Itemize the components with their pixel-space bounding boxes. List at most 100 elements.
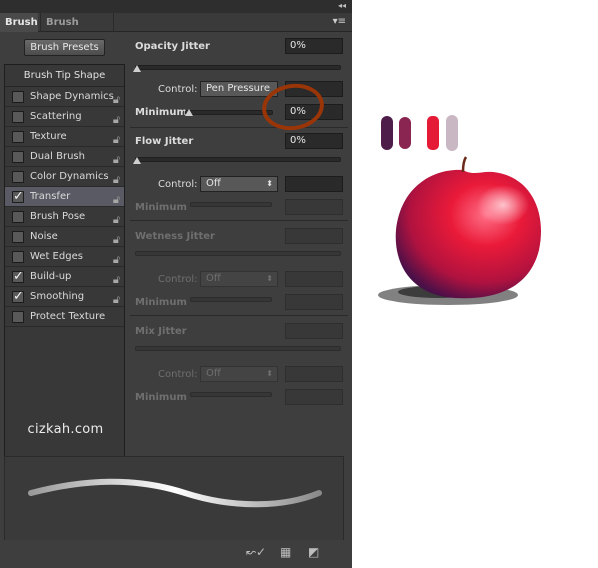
dropdown-value: Pen Pressure — [206, 83, 271, 94]
flow-jitter-label: Flow Jitter — [135, 136, 194, 147]
control-extra-field — [285, 366, 343, 382]
control-dropdown-pen-pressure[interactable]: Pen Pressure — [200, 81, 278, 97]
tip-item-label: Scattering — [30, 111, 82, 122]
tip-item-dual-brush[interactable]: Dual Brush 🔓︎ — [5, 147, 124, 167]
tip-item-wet-edges[interactable]: Wet Edges 🔓︎ — [5, 247, 124, 267]
tab-brush[interactable]: Brush — [0, 13, 38, 32]
apple-highlight — [477, 185, 529, 225]
watermark-text: cizkah.com — [27, 422, 104, 437]
tip-item-label: Protect Texture — [30, 311, 106, 322]
tip-item-label: Transfer — [30, 191, 71, 202]
minimum-value-disabled — [285, 199, 343, 215]
checkbox[interactable] — [12, 111, 24, 123]
control-label: Control: — [158, 179, 198, 190]
brush-tip-list: Brush Tip Shape Shape Dynamics 🔓︎ Scatte… — [4, 64, 125, 476]
minimum-slider-disabled — [190, 297, 272, 302]
mix-jitter-label: Mix Jitter — [135, 326, 187, 337]
minimum-label-disabled: Minimum — [135, 392, 187, 403]
tip-item-label: Noise — [30, 231, 58, 242]
wetness-jitter-label: Wetness Jitter — [135, 231, 215, 242]
tip-item-scattering[interactable]: Scattering 🔓︎ — [5, 107, 124, 127]
divider — [130, 127, 348, 128]
brush-presets-button[interactable]: Brush Presets — [24, 39, 105, 56]
minimum-slider[interactable] — [185, 110, 273, 115]
checkbox[interactable] — [12, 131, 24, 143]
panel-bottom-bar: ↜✓ ▦ ◩ — [0, 540, 352, 568]
tip-item-noise[interactable]: Noise 🔓︎ — [5, 227, 124, 247]
tip-item-label: Brush Pose — [30, 211, 86, 222]
checkbox-checked[interactable] — [12, 187, 24, 207]
control-dropdown-disabled: Off ⬍ — [200, 366, 278, 382]
apple-body — [395, 169, 542, 299]
tip-item-transfer[interactable]: Transfer 🔓︎ — [5, 187, 124, 207]
dropdown-value: Off — [206, 368, 221, 379]
painting-svg — [378, 115, 542, 305]
minimum-label: Minimum — [135, 107, 187, 118]
checkbox-checked[interactable] — [12, 287, 24, 307]
opacity-jitter-thumb[interactable] — [133, 65, 141, 72]
tip-item-color-dynamics[interactable]: Color Dynamics 🔓︎ — [5, 167, 124, 187]
swatch-red — [427, 116, 439, 150]
collapse-icon[interactable]: ◂◂ — [338, 1, 346, 10]
tip-item-label: Wet Edges — [30, 251, 83, 262]
checkbox[interactable] — [12, 251, 24, 263]
minimum-slider-disabled — [190, 202, 272, 207]
minimum-label-disabled: Minimum — [135, 202, 187, 213]
swatch-dark-purple — [381, 116, 393, 150]
tip-item-build-up[interactable]: Build-up 🔓︎ — [5, 267, 124, 287]
tip-item-protect-texture[interactable]: Protect Texture — [5, 307, 124, 327]
checkbox-checked[interactable] — [12, 267, 24, 287]
wetness-jitter-value — [285, 228, 343, 244]
tip-item-label: Shape Dynamics — [30, 91, 114, 102]
tip-item-texture[interactable]: Texture 🔓︎ — [5, 127, 124, 147]
minimum-value-disabled — [285, 389, 343, 405]
tip-item-shape-dynamics[interactable]: Shape Dynamics 🔓︎ — [5, 87, 124, 107]
tab-brush-presets[interactable]: Brush Presets — [40, 13, 114, 47]
checkbox[interactable] — [12, 231, 24, 243]
brush-tip-shape-header[interactable]: Brush Tip Shape — [5, 65, 124, 87]
dropdown-arrow-icon: ⬍ — [266, 274, 273, 283]
divider — [130, 220, 348, 221]
panel-tab-bar: Brush Brush Presets ▾≡ — [0, 13, 352, 47]
apple-stem — [461, 156, 468, 173]
opacity-jitter-label: Opacity Jitter — [135, 41, 210, 52]
divider — [130, 315, 348, 316]
checkbox[interactable] — [12, 171, 24, 183]
flow-jitter-thumb[interactable] — [133, 157, 141, 164]
control-extra-field — [285, 271, 343, 287]
tip-item-label: Smoothing — [30, 291, 85, 302]
new-brush-icon[interactable]: ◩ — [308, 545, 319, 559]
control-label-disabled: Control: — [158, 274, 198, 285]
opacity-jitter-value[interactable]: 0% — [285, 38, 343, 54]
checkbox[interactable] — [12, 91, 24, 103]
brush-stroke — [28, 478, 322, 508]
tip-item-label: Dual Brush — [30, 151, 85, 162]
flow-jitter-slider[interactable] — [135, 157, 341, 162]
minimum-label-disabled: Minimum — [135, 297, 187, 308]
checkbox[interactable] — [12, 311, 24, 323]
checkbox[interactable] — [12, 151, 24, 163]
dropdown-arrow-icon: ⬍ — [266, 369, 273, 378]
panel-menu-icon[interactable]: ▾≡ — [333, 16, 346, 27]
toggle-live-tip-icon[interactable]: ↜✓ — [246, 545, 266, 559]
swatch-plum — [399, 117, 411, 149]
tip-item-label: Texture — [30, 131, 67, 142]
flow-jitter-value[interactable]: 0% — [285, 133, 343, 149]
dropdown-arrow-icon: ⬍ — [266, 179, 273, 188]
control-label: Control: — [158, 84, 198, 95]
dropdown-value: Off — [206, 273, 221, 284]
tip-item-brush-pose[interactable]: Brush Pose 🔓︎ — [5, 207, 124, 227]
tip-item-smoothing[interactable]: Smoothing 🔓︎ — [5, 287, 124, 307]
minimum-thumb[interactable] — [185, 109, 193, 116]
wetness-jitter-slider — [135, 251, 341, 256]
opacity-jitter-slider[interactable] — [135, 65, 341, 70]
checkbox[interactable] — [12, 211, 24, 223]
control-dropdown-disabled: Off ⬍ — [200, 271, 278, 287]
minimum-value-disabled — [285, 294, 343, 310]
control-dropdown-off[interactable]: Off ⬍ — [200, 176, 278, 192]
swatch-grey-lilac — [446, 115, 458, 151]
grid-icon[interactable]: ▦ — [280, 545, 291, 559]
control-extra-field — [285, 176, 343, 192]
minimum-slider-disabled — [190, 392, 272, 397]
tip-item-label: Color Dynamics — [30, 171, 109, 182]
